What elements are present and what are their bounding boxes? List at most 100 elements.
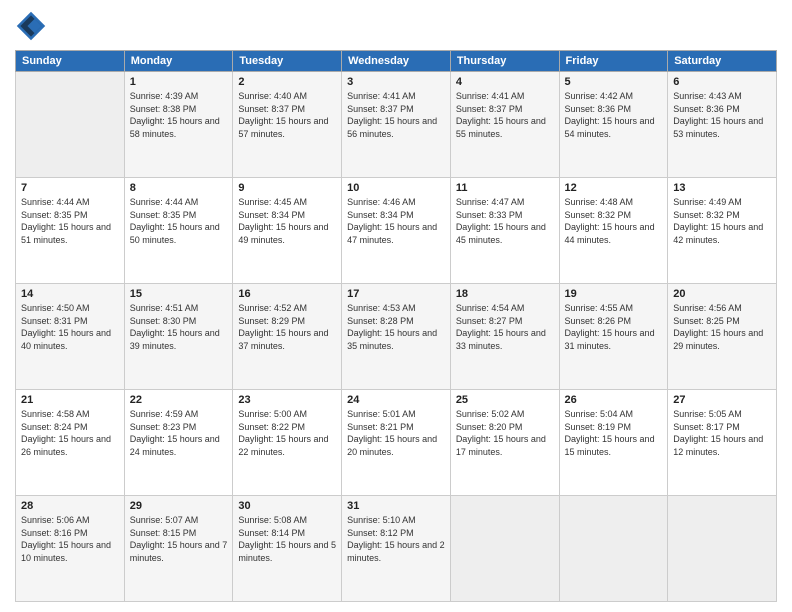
day-number: 16 [238, 288, 336, 300]
header [15, 10, 777, 42]
weekday-thursday: Thursday [450, 51, 559, 72]
day-number: 31 [347, 500, 445, 512]
calendar-cell [559, 496, 668, 602]
day-number: 3 [347, 76, 445, 88]
day-info: Sunrise: 4:58 AMSunset: 8:24 PMDaylight:… [21, 408, 119, 458]
week-row-4: 21 Sunrise: 4:58 AMSunset: 8:24 PMDayligh… [16, 390, 777, 496]
day-info: Sunrise: 4:39 AMSunset: 8:38 PMDaylight:… [130, 90, 228, 140]
calendar-cell: 2 Sunrise: 4:40 AMSunset: 8:37 PMDaylight… [233, 72, 342, 178]
calendar-cell: 19Sunrise: 4:55 AMSunset: 8:26 PMDayligh… [559, 284, 668, 390]
calendar-cell: 28 Sunrise: 5:06 AMSunset: 8:16 PMDayligh… [16, 496, 125, 602]
calendar-cell: 14 Sunrise: 4:50 AMSunset: 8:31 PMDayligh… [16, 284, 125, 390]
logo [15, 10, 51, 42]
day-info: Sunrise: 4:40 AMSunset: 8:37 PMDaylight:… [238, 90, 336, 140]
day-info: Sunrise: 4:42 AMSunset: 8:36 PMDaylight:… [565, 90, 663, 140]
calendar-cell: 30 Sunrise: 5:08 AMSunset: 8:14 PMDayligh… [233, 496, 342, 602]
weekday-sunday: Sunday [16, 51, 125, 72]
weekday-header-row: SundayMondayTuesdayWednesdayThursdayFrid… [16, 51, 777, 72]
day-number: 26 [565, 394, 663, 406]
day-number: 18 [456, 288, 554, 300]
calendar-cell: 26 Sunrise: 5:04 AMSunset: 8:19 PMDayligh… [559, 390, 668, 496]
calendar-cell: 1 Sunrise: 4:39 AMSunset: 8:38 PMDaylight… [124, 72, 233, 178]
day-info: Sunrise: 4:47 AMSunset: 8:33 PMDaylight:… [456, 196, 554, 246]
day-number: 27 [673, 394, 771, 406]
day-info: Sunrise: 4:44 AMSunset: 8:35 PMDaylight:… [130, 196, 228, 246]
week-row-3: 14 Sunrise: 4:50 AMSunset: 8:31 PMDayligh… [16, 284, 777, 390]
day-info: Sunrise: 4:49 AMSunset: 8:32 PMDaylight:… [673, 196, 771, 246]
day-info: Sunrise: 4:41 AMSunset: 8:37 PMDaylight:… [456, 90, 554, 140]
day-number: 29 [130, 500, 228, 512]
day-number: 2 [238, 76, 336, 88]
day-info: Sunrise: 5:05 AMSunset: 8:17 PMDaylight:… [673, 408, 771, 458]
logo-icon [15, 10, 47, 42]
day-info: Sunrise: 5:08 AMSunset: 8:14 PMDaylight:… [238, 514, 336, 564]
calendar-cell: 21 Sunrise: 4:58 AMSunset: 8:24 PMDayligh… [16, 390, 125, 496]
day-number: 30 [238, 500, 336, 512]
day-number: 21 [21, 394, 119, 406]
day-info: Sunrise: 5:07 AMSunset: 8:15 PMDaylight:… [130, 514, 228, 564]
day-number: 20 [673, 288, 771, 300]
day-info: Sunrise: 4:53 AMSunset: 8:28 PMDaylight:… [347, 302, 445, 352]
calendar-table: SundayMondayTuesdayWednesdayThursdayFrid… [15, 50, 777, 602]
week-row-1: 1 Sunrise: 4:39 AMSunset: 8:38 PMDaylight… [16, 72, 777, 178]
day-number: 9 [238, 182, 336, 194]
calendar-cell [668, 496, 777, 602]
calendar-cell [450, 496, 559, 602]
day-info: Sunrise: 5:04 AMSunset: 8:19 PMDaylight:… [565, 408, 663, 458]
calendar-cell: 31 Sunrise: 5:10 AMSunset: 8:12 PMDayligh… [342, 496, 451, 602]
calendar: SundayMondayTuesdayWednesdayThursdayFrid… [15, 50, 777, 602]
day-info: Sunrise: 4:54 AMSunset: 8:27 PMDaylight:… [456, 302, 554, 352]
calendar-cell: 15Sunrise: 4:51 AMSunset: 8:30 PMDayligh… [124, 284, 233, 390]
calendar-cell: 12Sunrise: 4:48 AMSunset: 8:32 PMDayligh… [559, 178, 668, 284]
calendar-cell: 18 Sunrise: 4:54 AMSunset: 8:27 PMDayligh… [450, 284, 559, 390]
calendar-cell: 25Sunrise: 5:02 AMSunset: 8:20 PMDayligh… [450, 390, 559, 496]
day-number: 4 [456, 76, 554, 88]
weekday-tuesday: Tuesday [233, 51, 342, 72]
day-info: Sunrise: 4:46 AMSunset: 8:34 PMDaylight:… [347, 196, 445, 246]
day-number: 17 [347, 288, 445, 300]
day-number: 25 [456, 394, 554, 406]
day-number: 22 [130, 394, 228, 406]
day-info: Sunrise: 4:45 AMSunset: 8:34 PMDaylight:… [238, 196, 336, 246]
calendar-cell: 27 Sunrise: 5:05 AMSunset: 8:17 PMDayligh… [668, 390, 777, 496]
calendar-cell: 22Sunrise: 4:59 AMSunset: 8:23 PMDayligh… [124, 390, 233, 496]
calendar-cell: 29 Sunrise: 5:07 AMSunset: 8:15 PMDayligh… [124, 496, 233, 602]
day-number: 28 [21, 500, 119, 512]
day-info: Sunrise: 4:43 AMSunset: 8:36 PMDaylight:… [673, 90, 771, 140]
calendar-cell: 17 Sunrise: 4:53 AMSunset: 8:28 PMDayligh… [342, 284, 451, 390]
day-info: Sunrise: 4:41 AMSunset: 8:37 PMDaylight:… [347, 90, 445, 140]
day-number: 7 [21, 182, 119, 194]
calendar-cell: 10 Sunrise: 4:46 AMSunset: 8:34 PMDayligh… [342, 178, 451, 284]
weekday-monday: Monday [124, 51, 233, 72]
day-number: 14 [21, 288, 119, 300]
weekday-friday: Friday [559, 51, 668, 72]
weekday-wednesday: Wednesday [342, 51, 451, 72]
day-number: 24 [347, 394, 445, 406]
calendar-cell: 16Sunrise: 4:52 AMSunset: 8:29 PMDayligh… [233, 284, 342, 390]
page: SundayMondayTuesdayWednesdayThursdayFrid… [0, 0, 792, 612]
calendar-cell: 5Sunrise: 4:42 AMSunset: 8:36 PMDaylight… [559, 72, 668, 178]
day-info: Sunrise: 4:51 AMSunset: 8:30 PMDaylight:… [130, 302, 228, 352]
day-number: 19 [565, 288, 663, 300]
day-number: 1 [130, 76, 228, 88]
day-info: Sunrise: 4:50 AMSunset: 8:31 PMDaylight:… [21, 302, 119, 352]
day-info: Sunrise: 5:06 AMSunset: 8:16 PMDaylight:… [21, 514, 119, 564]
weekday-saturday: Saturday [668, 51, 777, 72]
calendar-cell: 9 Sunrise: 4:45 AMSunset: 8:34 PMDaylight… [233, 178, 342, 284]
day-number: 6 [673, 76, 771, 88]
calendar-cell: 8 Sunrise: 4:44 AMSunset: 8:35 PMDaylight… [124, 178, 233, 284]
calendar-cell: 7Sunrise: 4:44 AMSunset: 8:35 PMDaylight… [16, 178, 125, 284]
day-info: Sunrise: 5:01 AMSunset: 8:21 PMDaylight:… [347, 408, 445, 458]
day-info: Sunrise: 4:48 AMSunset: 8:32 PMDaylight:… [565, 196, 663, 246]
day-number: 10 [347, 182, 445, 194]
day-number: 8 [130, 182, 228, 194]
day-info: Sunrise: 5:10 AMSunset: 8:12 PMDaylight:… [347, 514, 445, 564]
day-number: 13 [673, 182, 771, 194]
calendar-cell: 13 Sunrise: 4:49 AMSunset: 8:32 PMDayligh… [668, 178, 777, 284]
week-row-2: 7 Sunrise: 4:44 AMSunset: 8:35 PMDaylight… [16, 178, 777, 284]
calendar-cell: 11Sunrise: 4:47 AMSunset: 8:33 PMDayligh… [450, 178, 559, 284]
day-info: Sunrise: 4:56 AMSunset: 8:25 PMDaylight:… [673, 302, 771, 352]
day-number: 23 [238, 394, 336, 406]
calendar-cell: 24 Sunrise: 5:01 AMSunset: 8:21 PMDayligh… [342, 390, 451, 496]
calendar-cell: 20 Sunrise: 4:56 AMSunset: 8:25 PMDayligh… [668, 284, 777, 390]
